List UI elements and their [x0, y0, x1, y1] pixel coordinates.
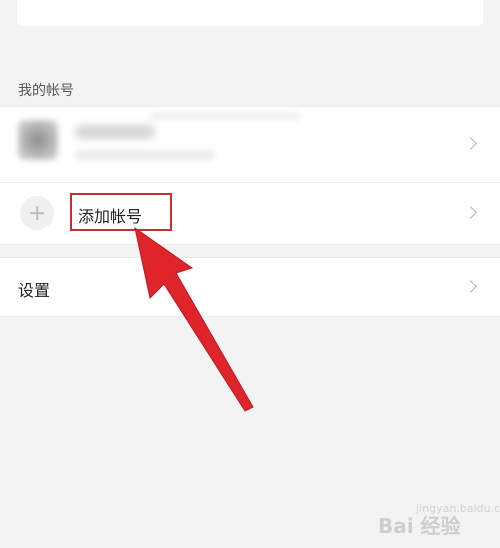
avatar: [18, 120, 58, 160]
settings-label[interactable]: 设置: [18, 277, 50, 301]
page: 我的帐号 添加帐号 设置 jingyan.baidu.com Bai 经验: [0, 0, 500, 548]
blurred-text: [150, 112, 300, 120]
highlight-box: [70, 193, 172, 231]
account-detail-blurred: [75, 150, 215, 160]
plus-icon[interactable]: [20, 196, 54, 230]
watermark: jingyan.baidu.com Bai 经验: [378, 500, 500, 540]
settings-row[interactable]: [0, 258, 500, 316]
account-name-blurred: [75, 125, 155, 139]
settings-group: [0, 257, 500, 317]
top-card: [17, 0, 483, 26]
section-label-my-accounts: 我的帐号: [18, 83, 74, 99]
arrow-shape: [134, 226, 254, 412]
watermark-text: Bai 经验: [378, 514, 461, 538]
